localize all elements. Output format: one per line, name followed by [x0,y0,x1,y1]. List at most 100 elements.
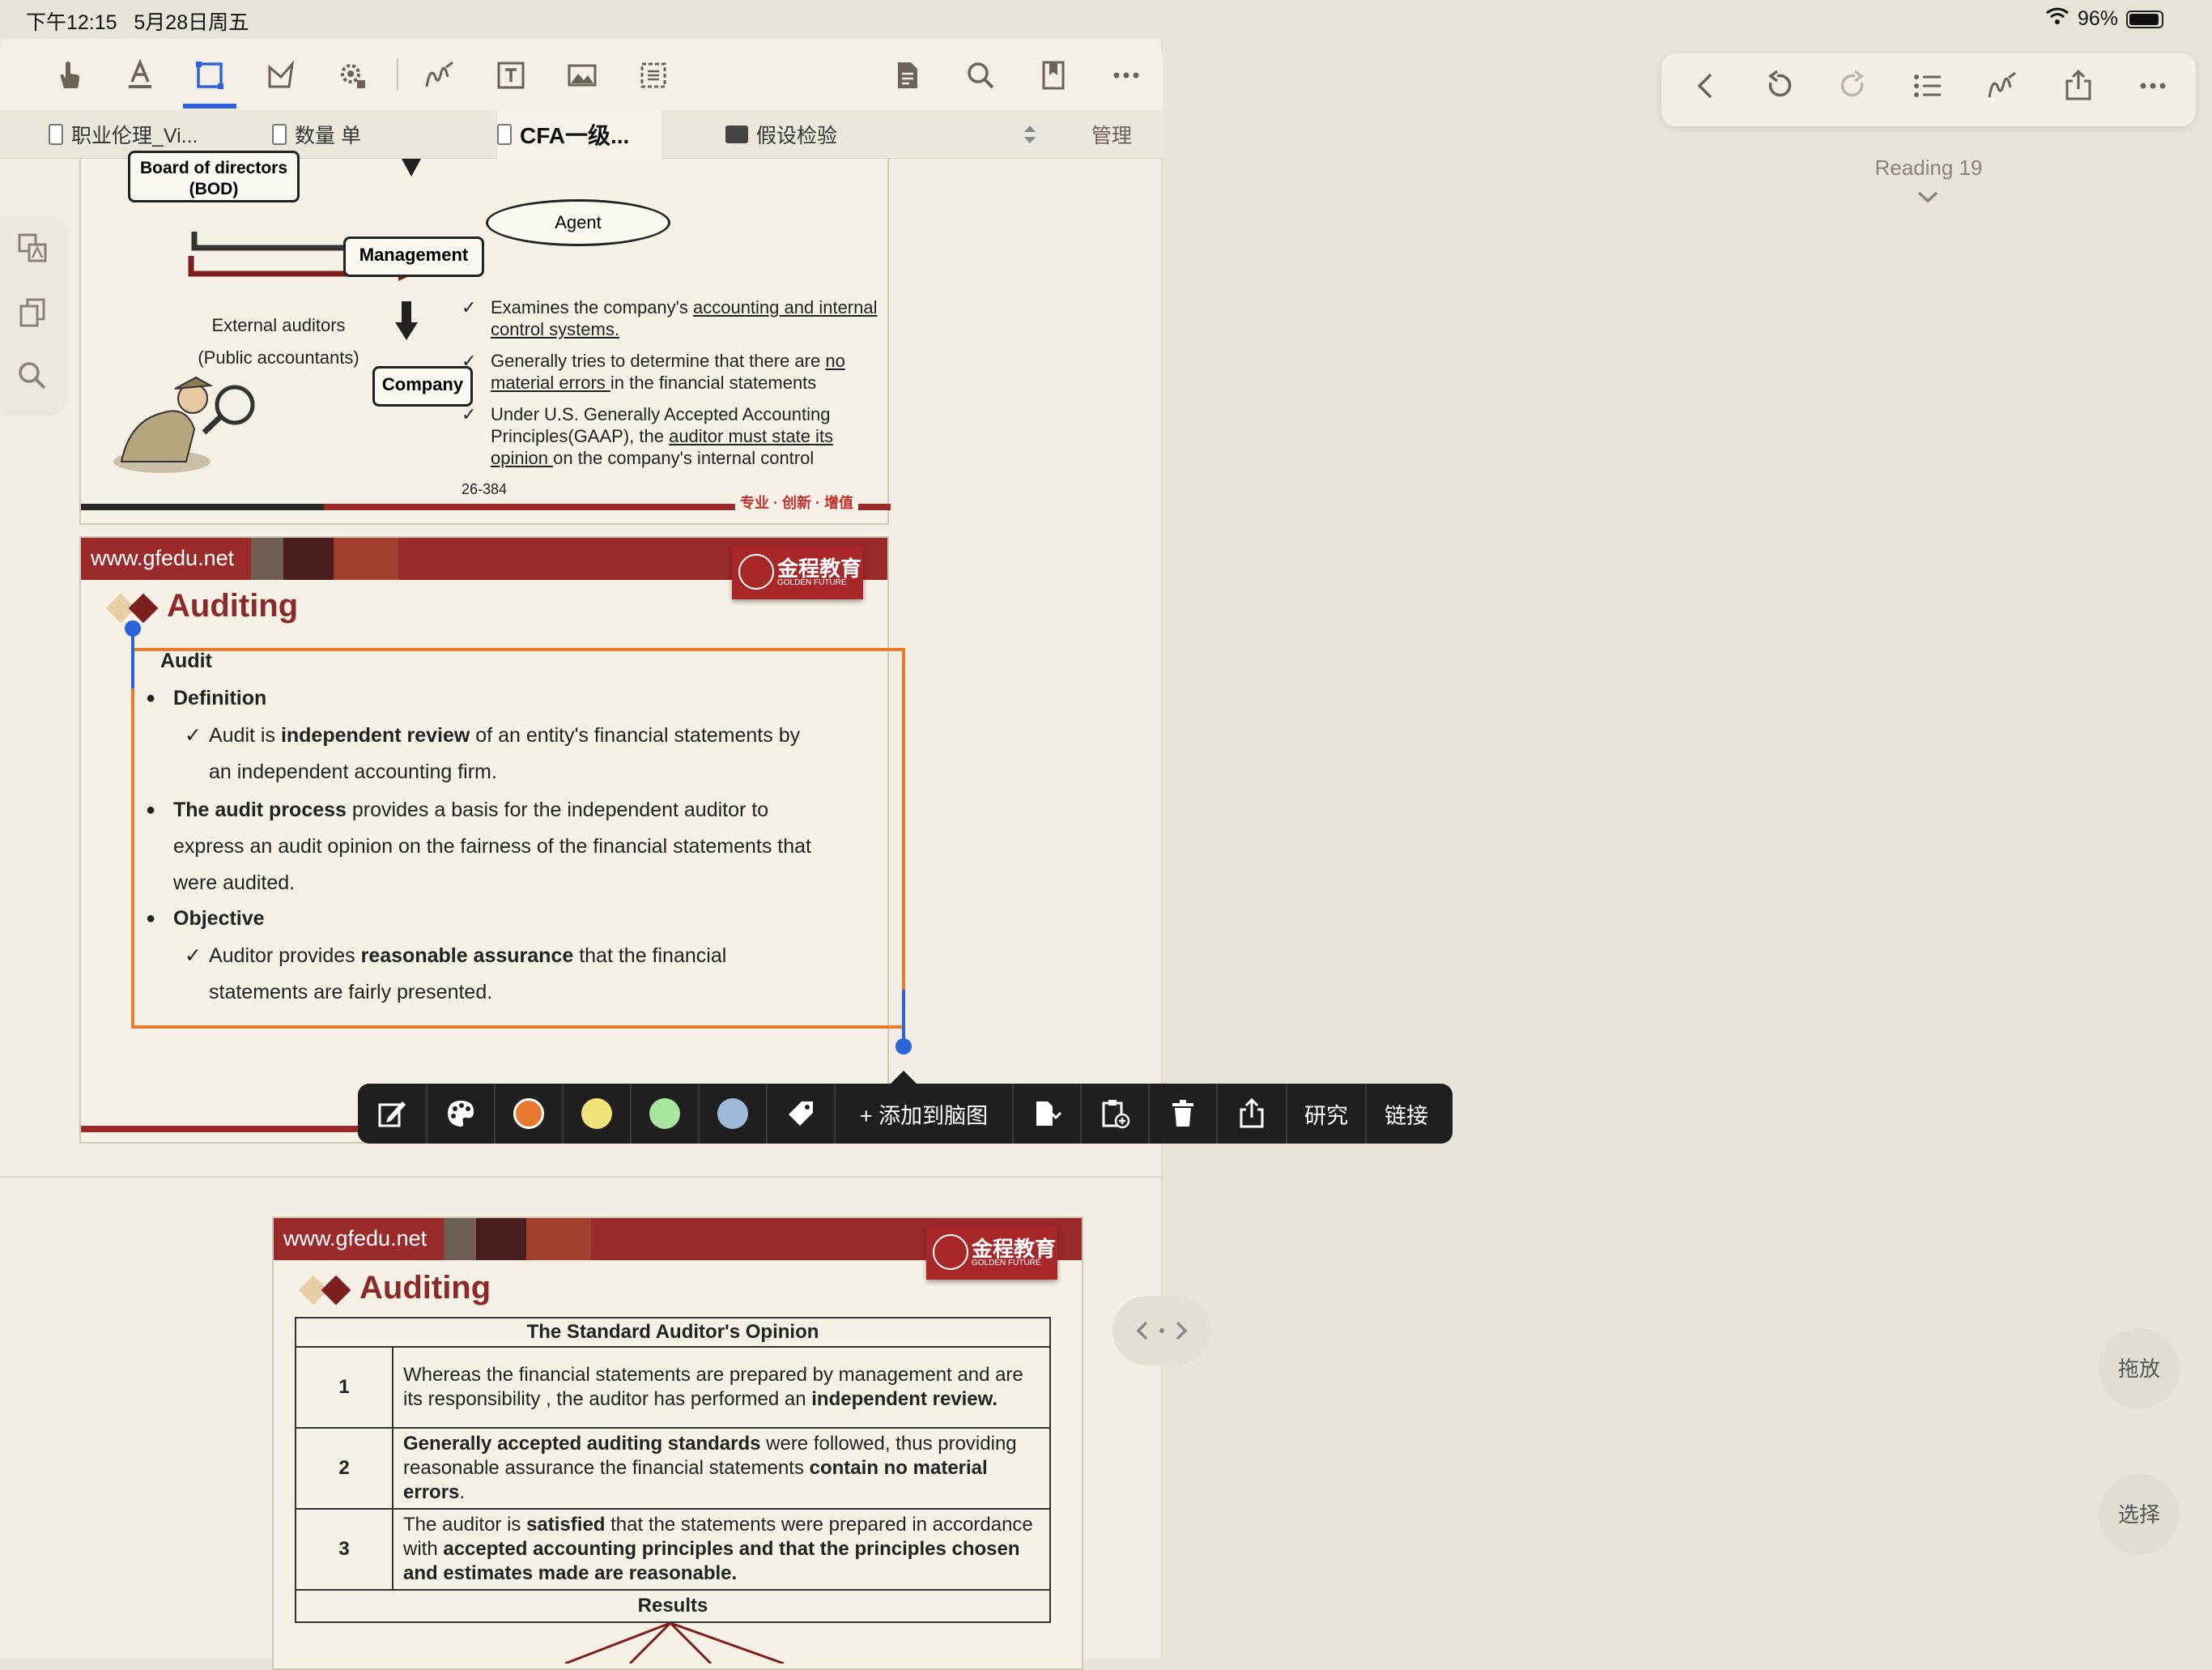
agent-bubble: Agent [486,199,670,246]
selection-end-bar [902,990,905,1043]
title-diamond-icon [128,593,159,624]
row-text-part: . [459,1481,466,1503]
tab-hypothesis[interactable]: 假设检验 [725,110,837,159]
select-button[interactable]: 选择 [2099,1474,2180,1555]
pen-icon[interactable] [1982,70,2023,110]
company-logo: 金程教育 GOLDEN FUTURE [732,546,863,599]
table-row: 3 The auditor is satisfied that the stat… [295,1508,1051,1591]
tag-icon[interactable] [768,1084,836,1144]
selection-rectangle[interactable] [131,648,905,1029]
row-text-bold: independent review. [811,1388,998,1410]
down-arrow [395,322,418,340]
add-to-mindmap-button[interactable]: + 添加到脑图 [836,1084,1014,1144]
color-swatch [581,1098,612,1129]
main-toolbar [0,39,1163,110]
check-icon: ✓ [462,404,477,424]
outline-list-icon[interactable] [1908,70,1948,110]
drag-button[interactable]: 拖放 [2099,1328,2180,1409]
logo-seal-icon [933,1234,968,1270]
logo-en: GOLDEN FUTURE [777,578,847,587]
detective-illustration [113,376,255,473]
undo-icon[interactable] [1759,70,1799,110]
table-row: 2 Generally accepted auditing standards … [295,1427,1051,1510]
image-icon[interactable] [562,55,602,96]
share-icon[interactable] [1218,1084,1287,1144]
trash-icon[interactable] [1150,1084,1218,1144]
selection-start-handle[interactable] [125,620,141,637]
edit-icon[interactable] [358,1084,428,1144]
side-strip [0,217,65,411]
check-text: Generally tries to determine that there … [491,351,826,371]
color-swatch [649,1098,680,1129]
settings-icon[interactable] [332,55,372,96]
manage-tabs-button[interactable]: 管理 [1091,110,1132,159]
active-tool-indicator [183,104,236,109]
hand-icon[interactable] [49,55,89,96]
pen-icon[interactable] [419,55,460,96]
mindmap-root-node[interactable]: Reading 19 [1823,155,2034,181]
site-url: www.gfedu.net [283,1226,428,1250]
text-box-icon[interactable] [491,55,531,96]
signature-icon[interactable] [1014,1084,1082,1144]
board-box: Board of directors (BOD) [128,151,300,202]
tab-label: CFA一级... [520,123,630,148]
table-title: The Standard Auditor's Opinion [295,1317,1051,1348]
site-url: www.gfedu.net [91,546,235,570]
row-text: The auditor is satisfied that the statem… [392,1508,1051,1591]
color-orange-button[interactable] [496,1084,564,1144]
management-box: Management [343,236,484,277]
selection-end-handle[interactable] [895,1038,912,1054]
select-label: 选择 [2117,1502,2160,1527]
rect-select-icon[interactable] [189,55,230,96]
shape-icon[interactable] [261,55,301,96]
research-button[interactable]: 研究 [1287,1084,1367,1144]
title-diamond-icon [321,1275,351,1306]
row-text-bold: Generally accepted auditing standards [403,1433,761,1455]
drag-label: 拖放 [2117,1357,2160,1381]
add-mindmap-label: + 添加到脑图 [859,1103,989,1128]
back-icon[interactable] [1686,70,1726,110]
link-button[interactable]: 链接 [1367,1084,1446,1144]
search-icon[interactable] [16,360,49,392]
results-tree-lines [564,1623,785,1664]
check-1: ✓ Examines the company's accounting and … [462,296,887,340]
status-date: 5月28日周五 [134,11,249,34]
company-logo: 金程教育 GOLDEN FUTURE [926,1226,1057,1280]
crop-icon[interactable] [633,55,674,96]
color-green-button[interactable] [632,1084,700,1144]
clipboard-add-icon[interactable] [1082,1084,1150,1144]
row-text-part: The auditor is [403,1514,527,1536]
document-icon [272,124,287,145]
row-text: Generally accepted auditing standards we… [392,1427,1051,1510]
bookmark-icon[interactable] [1033,55,1074,96]
logo-seal-icon [738,554,774,590]
toolbar-divider [397,58,398,91]
share-icon[interactable] [2058,69,2099,110]
more-icon[interactable] [1106,55,1146,96]
search-icon[interactable] [960,55,1001,96]
palette-icon[interactable] [428,1084,496,1144]
color-blue-button[interactable] [700,1084,768,1144]
translate-icon[interactable] [16,232,49,264]
copy-icon[interactable] [16,296,49,329]
redo-icon[interactable] [1833,70,1874,110]
pane-resize-handle[interactable] [1112,1296,1211,1365]
mindmap-toolbar [1661,53,2196,126]
row-text: Whereas the financial statements are pre… [392,1346,1051,1429]
slogan: 专业 · 创新 · 增值 [735,494,858,512]
table-row: 1 Whereas the financial statements are p… [295,1346,1051,1429]
tab-sort-icon[interactable] [1022,110,1038,159]
tab-label: 数量 单 [295,125,361,147]
footer-stripe [81,504,324,510]
check-text: on the company's internal control [553,448,815,468]
tab-cfa[interactable]: CFA一级... [497,110,662,159]
check-3: ✓ Under U.S. Generally Accepted Accounti… [462,403,887,469]
color-swatch [717,1098,748,1129]
document-icon[interactable] [887,55,928,96]
chevron-down-icon[interactable] [1916,190,1940,210]
highlighter-icon[interactable] [120,55,160,96]
color-yellow-button[interactable] [564,1084,632,1144]
down-arrow [402,159,421,177]
row-text-bold: accepted accounting principles and that … [403,1538,1020,1584]
more-icon[interactable] [2133,70,2173,110]
